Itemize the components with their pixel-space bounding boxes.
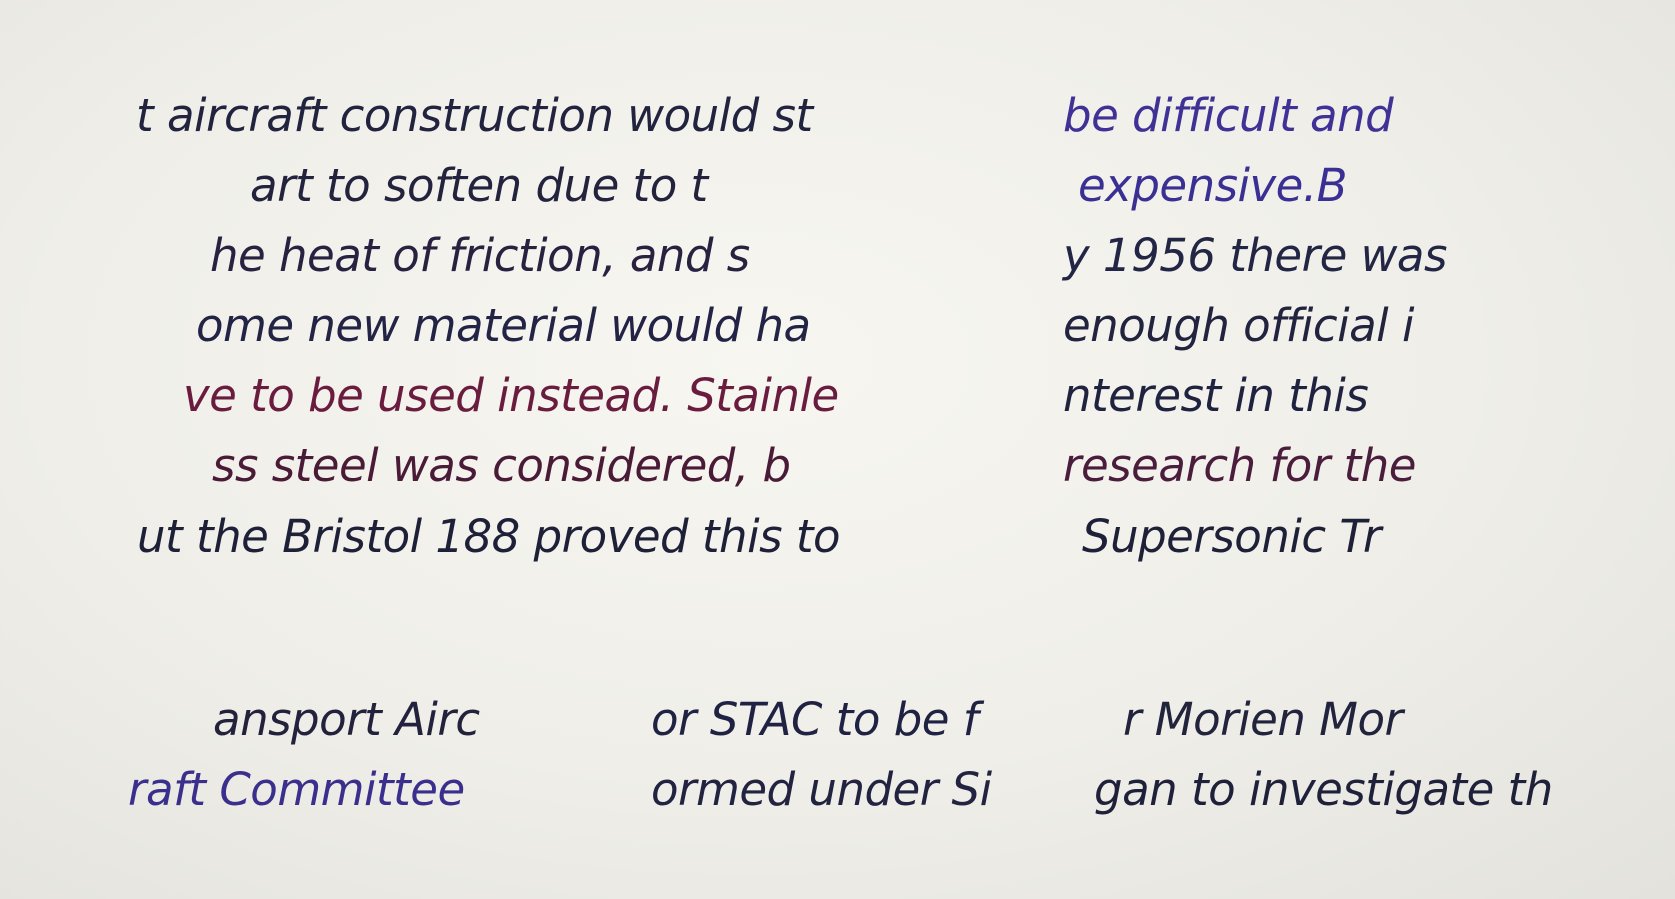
text-line: expensive.B [1078,159,1348,212]
text-line: t aircraft construction would st [136,89,813,142]
text-line: ut the Bristol 188 proved this to [137,510,841,563]
text-line: ormed under Si [651,763,992,816]
text-line: nterest in this [1063,369,1369,422]
text-line: art to soften due to t [250,159,708,212]
text-line: enough official i [1063,299,1415,352]
text-line: ss steel was considered, b [212,439,791,492]
text-line: he heat of friction, and s [210,229,750,282]
text-line: raft Committee [128,763,465,816]
text-line: research for the [1063,439,1417,492]
text-line: gan to investigate th [1094,763,1553,816]
text-line: ansport Airc [213,693,480,746]
text-line: Supersonic Tr [1082,510,1381,563]
text-line: or STAC to be f [651,693,979,746]
text-line: y 1956 there was [1063,229,1447,282]
text-line: ome new material would ha [196,299,811,352]
text-line: r Morien Mor [1123,693,1403,746]
text-line: ve to be used instead. Stainle [183,369,839,422]
text-line: be difficult and [1063,89,1394,142]
